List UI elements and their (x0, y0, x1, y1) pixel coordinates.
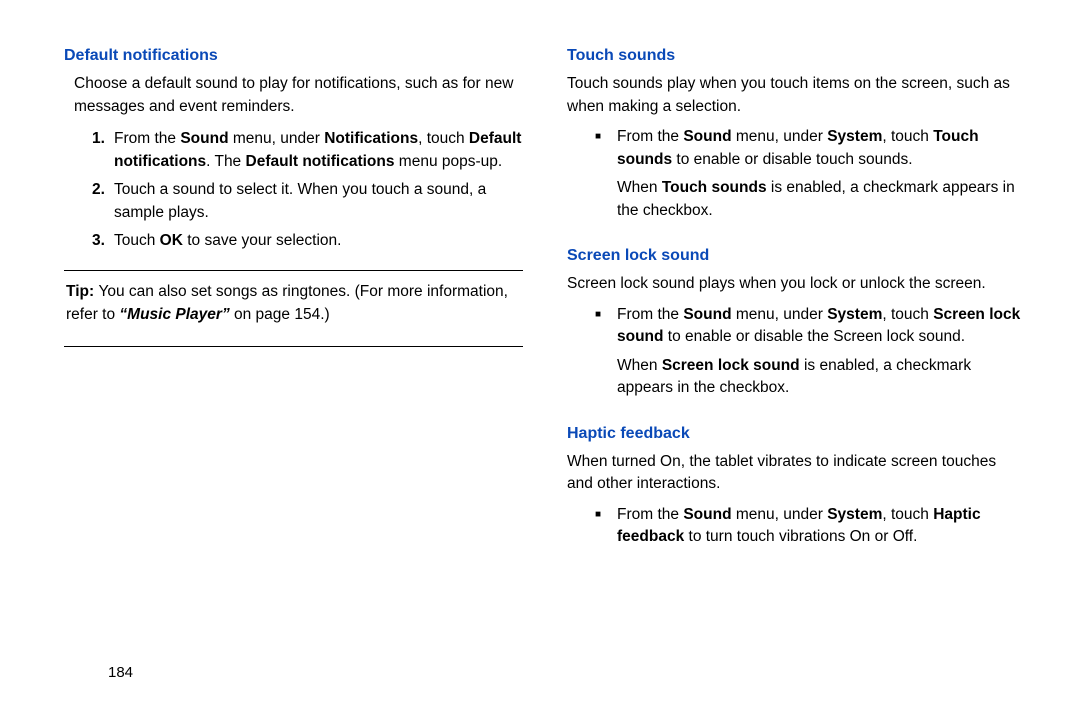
tip-box: Tip: You can also set songs as ringtones… (64, 270, 523, 347)
bullet-item: ■ From the Sound menu, under System, tou… (595, 126, 1026, 230)
text: menu, under (732, 128, 828, 145)
text: From the (617, 506, 683, 523)
text: menu, under (732, 306, 828, 323)
bold: System (827, 506, 882, 523)
text: , touch (418, 130, 469, 147)
bold: Sound (683, 128, 731, 145)
text: to turn touch vibrations On or Off. (684, 528, 917, 545)
bold: Notifications (324, 130, 418, 147)
square-bullet-icon: ■ (595, 504, 617, 549)
right-column: Touch sounds Touch sounds play when you … (567, 44, 1026, 690)
manual-page: Default notifications Choose a default s… (0, 0, 1080, 720)
square-bullet-icon: ■ (595, 304, 617, 408)
bold: Sound (683, 306, 731, 323)
bold: Sound (683, 506, 731, 523)
text: menu pops-up. (394, 153, 502, 170)
bullet-text: From the Sound menu, under System, touch… (617, 504, 1026, 549)
step-number: 1. (92, 128, 114, 173)
bullet-list: ■ From the Sound menu, under System, tou… (595, 504, 1026, 549)
bold: System (827, 306, 882, 323)
text: , touch (882, 306, 933, 323)
heading-default-notifications: Default notifications (64, 44, 523, 67)
intro-default-notifications: Choose a default sound to play for notif… (64, 73, 523, 118)
text: From the (114, 130, 180, 147)
intro-haptic-feedback: When turned On, the tablet vibrates to i… (567, 451, 1026, 496)
section-touch-sounds: Touch sounds Touch sounds play when you … (567, 44, 1026, 230)
bold: Default notifications (246, 153, 395, 170)
section-screen-lock-sound: Screen lock sound Screen lock sound play… (567, 244, 1026, 408)
tip-lead: Tip: (66, 283, 98, 300)
bullet-list: ■ From the Sound menu, under System, tou… (595, 304, 1026, 408)
text: menu, under (229, 130, 325, 147)
step-number: 3. (92, 230, 114, 252)
bold: System (827, 128, 882, 145)
text: Touch (114, 232, 160, 249)
heading-haptic-feedback: Haptic feedback (567, 422, 1026, 445)
step-text: Touch OK to save your selection. (114, 230, 523, 252)
text: on page 154.) (230, 306, 330, 323)
text: When (617, 179, 662, 196)
bullet-item: ■ From the Sound menu, under System, tou… (595, 504, 1026, 549)
tip-text: Tip: You can also set songs as ringtones… (66, 281, 521, 326)
bullet-item: ■ From the Sound menu, under System, tou… (595, 304, 1026, 408)
heading-touch-sounds: Touch sounds (567, 44, 1026, 67)
step-number: 2. (92, 179, 114, 224)
bold: OK (160, 232, 183, 249)
step-1: 1. From the Sound menu, under Notificati… (92, 128, 523, 173)
step-3: 3. Touch OK to save your selection. (92, 230, 523, 252)
step-text: From the Sound menu, under Notifications… (114, 128, 523, 173)
tip-reference: “Music Player” (119, 306, 229, 323)
text: From the (617, 306, 683, 323)
text: to enable or disable touch sounds. (672, 151, 912, 168)
left-column: Default notifications Choose a default s… (64, 44, 523, 690)
page-number: 184 (108, 662, 133, 684)
text: . The (206, 153, 245, 170)
step-2: 2. Touch a sound to select it. When you … (92, 179, 523, 224)
bullet-text: From the Sound menu, under System, touch… (617, 126, 1026, 230)
text: When (617, 357, 662, 374)
bold: Sound (180, 130, 228, 147)
section-haptic-feedback: Haptic feedback When turned On, the tabl… (567, 422, 1026, 549)
bold: Screen lock sound (662, 357, 800, 374)
square-bullet-icon: ■ (595, 126, 617, 230)
text: , touch (882, 128, 933, 145)
steps-list: 1. From the Sound menu, under Notificati… (92, 128, 523, 252)
heading-screen-lock-sound: Screen lock sound (567, 244, 1026, 267)
intro-screen-lock-sound: Screen lock sound plays when you lock or… (567, 273, 1026, 295)
text: to enable or disable the Screen lock sou… (664, 328, 966, 345)
bullet-text: From the Sound menu, under System, touch… (617, 304, 1026, 408)
intro-touch-sounds: Touch sounds play when you touch items o… (567, 73, 1026, 118)
bullet-list: ■ From the Sound menu, under System, tou… (595, 126, 1026, 230)
text: From the (617, 128, 683, 145)
text: , touch (882, 506, 933, 523)
step-text: Touch a sound to select it. When you tou… (114, 179, 523, 224)
bold: Touch sounds (662, 179, 767, 196)
text: to save your selection. (183, 232, 342, 249)
text: menu, under (732, 506, 828, 523)
